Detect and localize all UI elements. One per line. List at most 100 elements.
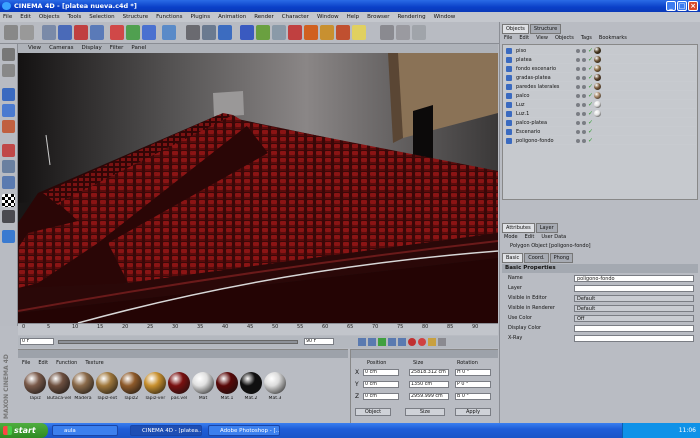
menu-item-functions[interactable]: Functions	[156, 12, 182, 22]
object-row[interactable]: palco-platea ✓	[504, 119, 696, 128]
prev-frame-icon[interactable]	[368, 338, 376, 346]
object-row[interactable]: platea ✓	[504, 56, 696, 65]
material-swatch[interactable]	[48, 372, 70, 394]
scale-icon[interactable]	[74, 25, 88, 40]
menu-item-rendering[interactable]: Rendering	[397, 12, 425, 22]
deformer-icon[interactable]	[304, 25, 318, 40]
object-row[interactable]: piso ✓	[504, 47, 696, 56]
visibility-render-dot[interactable]	[582, 121, 586, 125]
material-swatch[interactable]	[168, 372, 190, 394]
attribute-value-field[interactable]: poligono-fondo	[574, 275, 694, 282]
attribute-value-field[interactable]: Default	[574, 305, 694, 312]
menu-item-animation[interactable]: Animation	[218, 12, 246, 22]
rotation-field[interactable]: H 0 °	[455, 369, 491, 376]
enabled-check-icon[interactable]: ✓	[588, 137, 593, 145]
object-menu-edit[interactable]: Edit	[519, 35, 529, 41]
menu-item-character[interactable]: Character	[282, 12, 309, 22]
menu-item-file[interactable]: File	[3, 12, 12, 22]
object-row[interactable]: poligono-fondo ✓	[504, 137, 696, 146]
size-field[interactable]: 2959.999 cm	[409, 393, 449, 400]
enabled-check-icon[interactable]: ✓	[588, 47, 593, 55]
taskbar-item-folder[interactable]: aula	[52, 425, 118, 436]
viewport-menu-panel[interactable]: Panel	[131, 44, 146, 53]
visibility-render-dot[interactable]	[582, 49, 586, 53]
menu-item-window[interactable]: Window	[317, 12, 339, 22]
rotate-icon[interactable]	[90, 25, 104, 40]
visibility-render-dot[interactable]	[582, 130, 586, 134]
enabled-check-icon[interactable]: ✓	[588, 92, 593, 100]
keyframe-icon[interactable]	[428, 338, 436, 346]
model-mode-icon[interactable]	[2, 48, 15, 61]
visibility-editor-dot[interactable]	[576, 121, 580, 125]
object-menu-file[interactable]: File	[504, 35, 512, 41]
size-field[interactable]: 1350 cm	[409, 381, 449, 388]
material-tag[interactable]	[594, 74, 601, 81]
visibility-render-dot[interactable]	[582, 112, 586, 116]
axis-icon[interactable]	[2, 176, 15, 189]
menu-item-structure[interactable]: Structure	[123, 12, 149, 22]
autokey-icon[interactable]	[418, 338, 426, 346]
object-menu-bookmarks[interactable]: Bookmarks	[599, 35, 627, 41]
menu-item-edit[interactable]: Edit	[20, 12, 31, 22]
object-menu-view[interactable]: View	[536, 35, 548, 41]
position-field[interactable]: 0 cm	[363, 381, 399, 388]
tab-layer[interactable]: Layer	[535, 223, 558, 233]
coord-mode-select[interactable]: Object	[355, 408, 391, 416]
camera-icon[interactable]	[336, 25, 350, 40]
taskbar-item-photoshop[interactable]: Adobe Photoshop - [...	[208, 425, 280, 436]
object-menu-tags[interactable]: Tags	[581, 35, 592, 41]
material-tag[interactable]	[594, 101, 601, 108]
tab-phong[interactable]: Phong	[549, 253, 574, 263]
menu-item-browser[interactable]: Browser	[367, 12, 389, 22]
object-row[interactable]: Escenario ✓	[504, 128, 696, 137]
menu-item-selection[interactable]: Selection	[89, 12, 114, 22]
nurbs-icon[interactable]	[272, 25, 286, 40]
close-button[interactable]: ×	[688, 1, 698, 11]
rotation-field[interactable]: P 0 °	[455, 381, 491, 388]
attribute-value-field[interactable]: Default	[574, 295, 694, 302]
visibility-editor-dot[interactable]	[576, 85, 580, 89]
settings-icon[interactable]	[438, 338, 446, 346]
end-frame-field[interactable]: 90 F	[304, 338, 334, 345]
world-coords-icon[interactable]	[162, 25, 176, 40]
checker-icon[interactable]	[2, 194, 15, 207]
visibility-render-dot[interactable]	[582, 58, 586, 62]
menu-item-window[interactable]: Window	[434, 12, 456, 22]
visibility-editor-dot[interactable]	[576, 67, 580, 71]
tab-basic[interactable]: Basic	[502, 253, 524, 263]
menu-item-objects[interactable]: Objects	[39, 12, 60, 22]
undo-icon[interactable]	[4, 25, 18, 40]
workplane-icon[interactable]	[2, 160, 15, 173]
spline-icon[interactable]	[256, 25, 270, 40]
material-tag[interactable]	[594, 92, 601, 99]
material-tag[interactable]	[594, 65, 601, 72]
enabled-check-icon[interactable]: ✓	[588, 119, 593, 127]
move-icon[interactable]	[58, 25, 72, 40]
material-menu-file[interactable]: File	[22, 360, 30, 366]
object-mode-icon[interactable]	[2, 64, 15, 77]
visibility-editor-dot[interactable]	[576, 130, 580, 134]
material-tag[interactable]	[594, 56, 601, 63]
material-swatch[interactable]	[24, 372, 46, 394]
enabled-check-icon[interactable]: ✓	[588, 83, 593, 91]
object-row[interactable]: Luz ✓	[504, 101, 696, 110]
edges-mode-icon[interactable]	[2, 104, 15, 117]
3d-viewport[interactable]	[18, 53, 498, 323]
visibility-editor-dot[interactable]	[576, 76, 580, 80]
object-row[interactable]: paredes laterales ✓	[504, 83, 696, 92]
position-field[interactable]: 0 cm	[363, 393, 399, 400]
visibility-editor-dot[interactable]	[576, 112, 580, 116]
size-field[interactable]: 25818.312 cm	[409, 369, 449, 376]
rotation-field[interactable]: B 0 °	[455, 393, 491, 400]
material-swatch[interactable]	[216, 372, 238, 394]
object-row[interactable]: gradas-platea ✓	[504, 74, 696, 83]
minimize-button[interactable]: _	[666, 1, 676, 11]
material-swatch[interactable]	[72, 372, 94, 394]
material-menu-texture[interactable]: Texture	[85, 360, 103, 366]
viewport-menu-filter[interactable]: Filter	[110, 44, 124, 53]
material-menu-function[interactable]: Function	[56, 360, 77, 366]
z-axis-icon[interactable]	[142, 25, 156, 40]
taskbar-item-cinema4d[interactable]: CINEMA 4D - [platea...	[130, 425, 202, 436]
enabled-check-icon[interactable]: ✓	[588, 128, 593, 136]
array-icon[interactable]	[288, 25, 302, 40]
